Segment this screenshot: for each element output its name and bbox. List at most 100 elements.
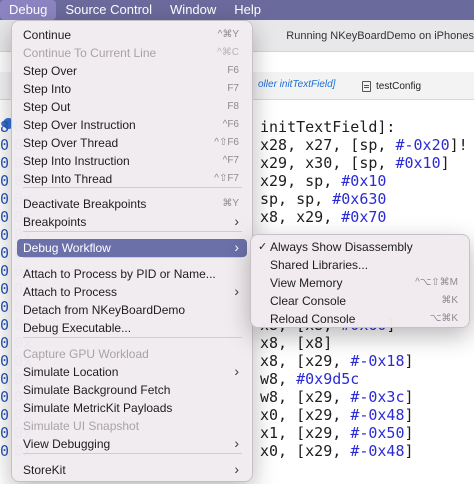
menu-separator: [23, 453, 242, 454]
menu-item-label: Step Into: [23, 82, 72, 96]
chevron-right-icon: ›: [234, 283, 239, 299]
menu-separator: [23, 337, 242, 338]
chevron-right-icon: ›: [234, 363, 239, 379]
submenu-item-always-show-disassembly[interactable]: ✓ Always Show Disassembly: [256, 238, 464, 256]
shortcut-hint: F6: [227, 65, 239, 76]
shortcut-hint: F8: [227, 101, 239, 112]
tab-test-config-label: testConfig: [376, 80, 422, 92]
chevron-right-icon: ›: [234, 239, 239, 255]
document-icon: [362, 80, 371, 92]
menu-item-label: Step Over: [23, 64, 78, 78]
chevron-right-icon: ›: [234, 461, 239, 477]
menu-window[interactable]: Window: [161, 0, 225, 20]
menu-item-simulate-ui-snapshot: Simulate UI Snapshot: [17, 417, 247, 435]
menu-item-step-over[interactable]: Step Over F6: [17, 62, 247, 80]
menu-item-label: Simulate Background Fetch: [23, 383, 171, 397]
submenu-item-label: Shared Libraries...: [270, 258, 369, 272]
menu-item-simulate-background-fetch[interactable]: Simulate Background Fetch: [17, 381, 247, 399]
submenu-item-label: View Memory: [270, 276, 343, 290]
menu-item-label: Step Over Thread: [23, 136, 119, 150]
debug-menu: Continue ^⌘Y Continue To Current Line ^⌘C St…: [11, 20, 253, 482]
menu-item-label: Attach to Process by PID or Name...: [23, 267, 216, 281]
menu-help[interactable]: Help: [225, 0, 270, 20]
menu-item-label: Step Into Instruction: [23, 154, 130, 168]
shortcut-hint: ⌘K: [441, 295, 458, 306]
menu-item-label: Step Into Thread: [23, 172, 113, 186]
menu-item-breakpoints[interactable]: Breakpoints ›: [17, 213, 247, 231]
run-status: Running NKeyBoardDemo on iPhones: [286, 30, 474, 42]
menu-bar: Debug Source Control Window Help: [0, 0, 474, 20]
instruction-operands: initTextField]:: [260, 118, 396, 136]
submenu-item-shared-libraries[interactable]: Shared Libraries...: [256, 256, 464, 274]
menu-item-debug-workflow[interactable]: Debug Workflow ›: [17, 239, 247, 257]
chevron-right-icon: ›: [234, 213, 239, 229]
menu-separator: [23, 257, 242, 258]
menu-item-view-debugging[interactable]: View Debugging ›: [17, 435, 247, 453]
menu-item-label: Step Out: [23, 100, 71, 114]
menu-item-label: Breakpoints: [23, 215, 87, 229]
debug-workflow-submenu: ✓ Always Show Disassembly Shared Libraries…: [250, 234, 470, 328]
menu-item-label: View Debugging: [23, 437, 111, 451]
menu-item-step-over-thread[interactable]: Step Over Thread ^⇧F6: [17, 134, 247, 152]
menu-debug[interactable]: Debug: [0, 0, 57, 20]
menu-item-detach-from-nkeyboarddemo[interactable]: Detach from NKeyBoardDemo: [17, 301, 247, 319]
shortcut-hint: ^⌘C: [217, 47, 239, 58]
menu-item-label: Simulate UI Snapshot: [23, 419, 140, 433]
menu-item-label: StoreKit: [23, 463, 66, 477]
shortcut-hint: ^F6: [222, 119, 239, 130]
instruction-operands: x29, sp, #0x10: [260, 172, 387, 190]
menu-item-label: Debug Workflow: [23, 241, 111, 255]
menu-item-deactivate-breakpoints[interactable]: Deactivate Breakpoints ⌘Y: [17, 195, 247, 213]
instruction-operands: sp, sp, #0x630: [260, 190, 387, 208]
shortcut-hint: ^⇧F7: [214, 173, 239, 184]
menu-item-step-into[interactable]: Step Into F7: [17, 80, 247, 98]
shortcut-hint: ^F7: [222, 155, 239, 166]
instruction-operands: x8, x29, #0x70: [260, 208, 387, 226]
menu-item-capture-gpu-workload: Capture GPU Workload: [17, 345, 247, 363]
menu-source-control[interactable]: Source Control: [56, 0, 161, 20]
menu-item-step-into-instruction[interactable]: Step Into Instruction ^F7: [17, 152, 247, 170]
tab-active[interactable]: oller initTextField]: [258, 79, 335, 90]
chevron-right-icon: ›: [234, 435, 239, 451]
menu-item-label: Deactivate Breakpoints: [23, 197, 147, 211]
menu-item-label: Attach to Process: [23, 285, 118, 299]
instruction-operands: x8, [x8]: [260, 334, 333, 352]
menu-item-continue-to-current-line: Continue To Current Line ^⌘C: [17, 44, 247, 62]
shortcut-hint: ^⌥⇧⌘M: [415, 277, 458, 288]
submenu-item-label: Reload Console: [270, 312, 356, 326]
submenu-item-label: Clear Console: [270, 294, 347, 308]
instruction-operands: w8, [x29, #-0x3c]: [260, 388, 414, 406]
menu-item-label: Simulate MetricKit Payloads: [23, 401, 173, 415]
instruction-operands: x1, [x29, #-0x50]: [260, 424, 414, 442]
menu-item-attach-to-process[interactable]: Attach to Process ›: [17, 283, 247, 301]
instruction-operands: x29, x30, [sp, #0x10]: [260, 154, 450, 172]
shortcut-hint: ⌘Y: [222, 198, 239, 209]
shortcut-hint: ^⇧F6: [214, 137, 239, 148]
shortcut-hint: F7: [227, 83, 239, 94]
menu-item-step-into-thread[interactable]: Step Into Thread ^⇧F7: [17, 170, 247, 188]
menu-item-simulate-metrickit-payloads[interactable]: Simulate MetricKit Payloads: [17, 399, 247, 417]
menu-item-step-out[interactable]: Step Out F8: [17, 98, 247, 116]
menu-item-step-over-instruction[interactable]: Step Over Instruction ^F6: [17, 116, 247, 134]
checkmark-icon: ✓: [258, 241, 268, 253]
submenu-item-view-memory[interactable]: View Memory ^⌥⇧⌘M: [256, 274, 464, 292]
menu-item-simulate-location[interactable]: Simulate Location ›: [17, 363, 247, 381]
menu-item-debug-executable[interactable]: Debug Executable...: [17, 319, 247, 337]
menu-item-label: Step Over Instruction: [23, 118, 136, 132]
menu-item-attach-to-process-by-pid-or-name[interactable]: Attach to Process by PID or Name...: [17, 265, 247, 283]
instruction-operands: x8, [x29, #-0x18]: [260, 352, 414, 370]
submenu-item-clear-console[interactable]: Clear Console ⌘K: [256, 292, 464, 310]
instruction-operands: w8, #0x9d5c: [260, 370, 360, 388]
menu-item-label: Continue: [23, 28, 72, 42]
menu-item-continue[interactable]: Continue ^⌘Y: [17, 26, 247, 44]
instruction-operands: x28, x27, [sp, #-0x20]!: [260, 136, 468, 154]
menu-item-label: Capture GPU Workload: [23, 347, 149, 361]
menu-item-label: Simulate Location: [23, 365, 119, 379]
shortcut-hint: ^⌘Y: [217, 29, 239, 40]
submenu-item-reload-console[interactable]: Reload Console ⌥⌘K: [256, 310, 464, 328]
submenu-item-label: Always Show Disassembly: [270, 240, 413, 254]
instruction-operands: x0, [x29, #-0x48]: [260, 442, 414, 460]
menu-item-storekit[interactable]: StoreKit ›: [17, 461, 247, 479]
menu-item-label: Debug Executable...: [23, 321, 132, 335]
tab-test-config[interactable]: testConfig: [362, 77, 442, 95]
